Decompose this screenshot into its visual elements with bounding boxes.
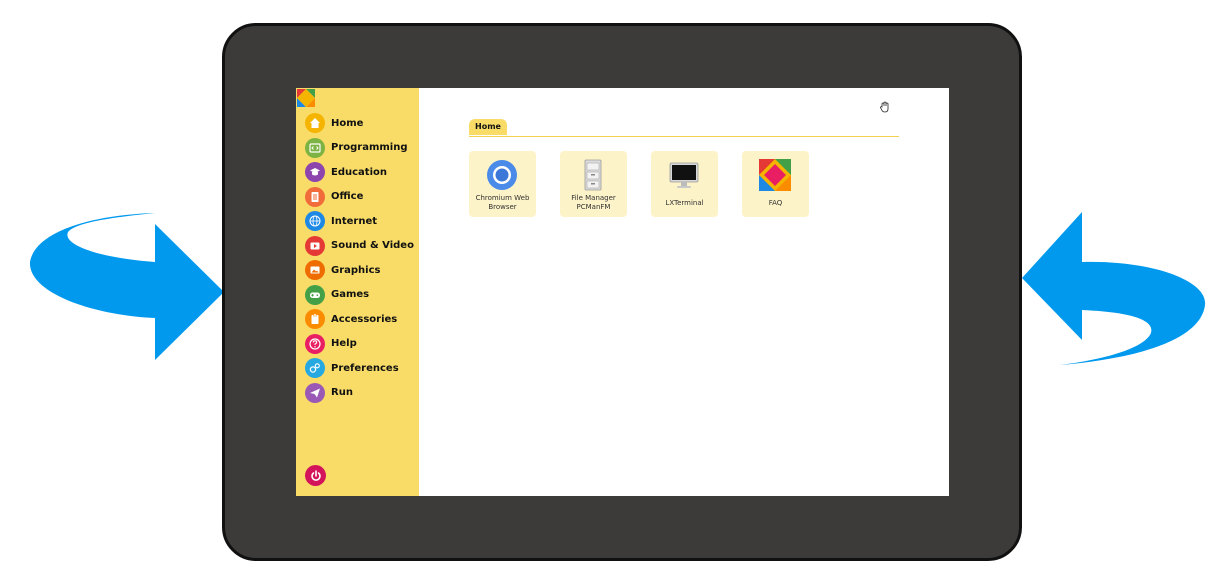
question-icon-glyph bbox=[309, 338, 321, 350]
sidebar: Home Programming Education Office Internet So… bbox=[296, 88, 419, 496]
sidebar-item-label: Sound & Video bbox=[331, 240, 414, 252]
chromium-icon bbox=[487, 160, 517, 190]
sidebar-item-run[interactable]: Run bbox=[305, 381, 414, 406]
app-label: File Manager PCManFM bbox=[571, 194, 616, 211]
send-icon bbox=[305, 382, 325, 403]
app-tile-chromium[interactable]: Chromium Web Browser bbox=[469, 151, 536, 217]
sidebar-item-office[interactable]: Office bbox=[305, 185, 414, 210]
app-tile-faq[interactable]: FAQ bbox=[742, 151, 809, 217]
code-icon-glyph bbox=[309, 143, 321, 153]
rotate-right-arrow-icon bbox=[1022, 212, 1206, 365]
image-icon-glyph bbox=[310, 266, 320, 274]
sidebar-item-label: Home bbox=[331, 117, 364, 129]
sidebar-item-preferences[interactable]: Preferences bbox=[305, 356, 414, 381]
sidebar-item-label: Help bbox=[331, 338, 357, 350]
question-icon bbox=[305, 333, 325, 354]
gamepad-icon-glyph bbox=[310, 292, 320, 298]
gears-icon bbox=[305, 358, 325, 379]
app-tile-lxterminal[interactable]: LXTerminal bbox=[651, 151, 718, 217]
sidebar-item-label: Internet bbox=[331, 215, 378, 227]
clipboard-icon bbox=[305, 309, 325, 330]
globe-icon-glyph bbox=[309, 215, 321, 227]
rotate-left-arrow-icon bbox=[29, 213, 224, 360]
send-icon-glyph bbox=[310, 388, 320, 398]
play-icon-glyph bbox=[310, 242, 320, 250]
category-list: Home Programming Education Office Internet So… bbox=[305, 111, 414, 405]
hand-cursor-icon bbox=[880, 101, 889, 113]
app-label: Chromium Web Browser bbox=[475, 194, 530, 211]
power-button[interactable] bbox=[305, 465, 326, 486]
gamepad-icon bbox=[305, 284, 325, 305]
faq-icon bbox=[759, 159, 791, 191]
sidebar-item-education[interactable]: Education bbox=[305, 160, 414, 185]
file-cabinet-icon bbox=[584, 159, 602, 191]
sidebar-item-label: Graphics bbox=[331, 264, 381, 276]
document-icon bbox=[305, 186, 325, 207]
clipboard-icon-glyph bbox=[311, 314, 319, 325]
app-logo-icon bbox=[297, 89, 315, 107]
sidebar-item-label: Programming bbox=[331, 142, 408, 154]
sidebar-item-accessories[interactable]: Accessories bbox=[305, 307, 414, 332]
sidebar-item-programming[interactable]: Programming bbox=[305, 136, 414, 161]
sidebar-item-games[interactable]: Games bbox=[305, 283, 414, 308]
app-tile-file-manager[interactable]: File Manager PCManFM bbox=[560, 151, 627, 217]
app-grid: Chromium Web Browser File Manager PCManF… bbox=[469, 151, 809, 217]
sidebar-item-home[interactable]: Home bbox=[305, 111, 414, 136]
image-icon bbox=[305, 260, 325, 281]
sidebar-item-graphics[interactable]: Graphics bbox=[305, 258, 414, 283]
graduation-cap-icon bbox=[305, 162, 325, 183]
home-icon-glyph bbox=[310, 118, 320, 129]
app-label: FAQ bbox=[768, 199, 783, 207]
document-icon-glyph bbox=[311, 191, 319, 202]
app-label: LXTerminal bbox=[665, 199, 704, 207]
sidebar-item-internet[interactable]: Internet bbox=[305, 209, 414, 234]
monitor-icon bbox=[669, 162, 699, 188]
main-panel: Home Chromium Web Browser File Manager P… bbox=[419, 88, 949, 496]
sidebar-item-label: Run bbox=[331, 387, 353, 399]
code-icon bbox=[305, 137, 325, 158]
home-icon bbox=[305, 113, 325, 134]
graduation-cap-icon-glyph bbox=[310, 168, 320, 176]
sidebar-item-label: Accessories bbox=[331, 313, 398, 325]
globe-icon bbox=[305, 211, 325, 232]
sidebar-item-sound-video[interactable]: Sound & Video bbox=[305, 234, 414, 259]
gears-icon-glyph bbox=[309, 363, 320, 373]
sidebar-item-label: Games bbox=[331, 289, 370, 301]
sidebar-item-label: Office bbox=[331, 191, 364, 203]
breadcrumb-home[interactable]: Home bbox=[469, 119, 507, 135]
play-icon bbox=[305, 235, 325, 256]
breadcrumb: Home bbox=[469, 119, 899, 137]
sidebar-item-help[interactable]: Help bbox=[305, 332, 414, 357]
power-icon bbox=[310, 469, 321, 481]
sidebar-item-label: Preferences bbox=[331, 362, 399, 374]
desktop-screen: Home Programming Education Office Internet So… bbox=[296, 88, 949, 496]
sidebar-item-label: Education bbox=[331, 166, 387, 178]
